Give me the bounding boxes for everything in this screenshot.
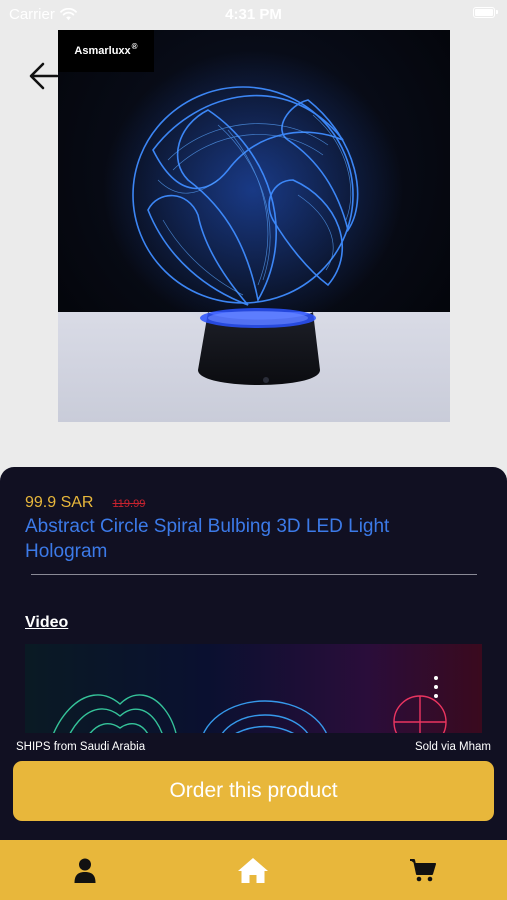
price-row: 99.9 SAR 119.99: [25, 494, 145, 512]
hologram-lamp-image: [58, 30, 450, 422]
back-arrow-icon: [29, 62, 59, 90]
brand-logo: Asmarluxx ®: [58, 30, 154, 72]
product-title: Abstract Circle Spiral Bulbing 3D LED Li…: [25, 516, 390, 562]
back-button[interactable]: [26, 58, 62, 94]
product-image: Asmarluxx ®: [58, 30, 450, 422]
sold-via-label: Sold via Mham: [414, 741, 491, 753]
nav-item-cart[interactable]: [382, 840, 462, 900]
battery-icon: [473, 7, 498, 18]
video-section-label: Video: [25, 614, 69, 631]
registered-mark: ®: [131, 41, 138, 51]
bottom-nav: [0, 840, 507, 900]
nav-item-home[interactable]: [213, 840, 293, 900]
ships-from-label: SHIPS from Saudi Arabia: [16, 741, 146, 753]
brand-name: Asmarluxx: [74, 45, 131, 57]
divider: [31, 574, 477, 575]
nav-item-profile[interactable]: [45, 840, 125, 900]
user-icon: [74, 858, 96, 883]
current-price: 99.9 SAR: [25, 494, 94, 511]
original-price: 119.99: [112, 498, 146, 510]
more-options-icon[interactable]: [431, 676, 441, 698]
status-bar: Carrier 4:31 PM: [0, 0, 507, 28]
order-bar: SHIPS from Saudi Arabia Sold via Mham Or…: [0, 733, 507, 840]
home-icon: [238, 857, 268, 883]
clock: 4:31 PM: [225, 6, 282, 23]
cart-icon: [409, 859, 436, 882]
order-product-button[interactable]: Order this product: [13, 761, 494, 821]
